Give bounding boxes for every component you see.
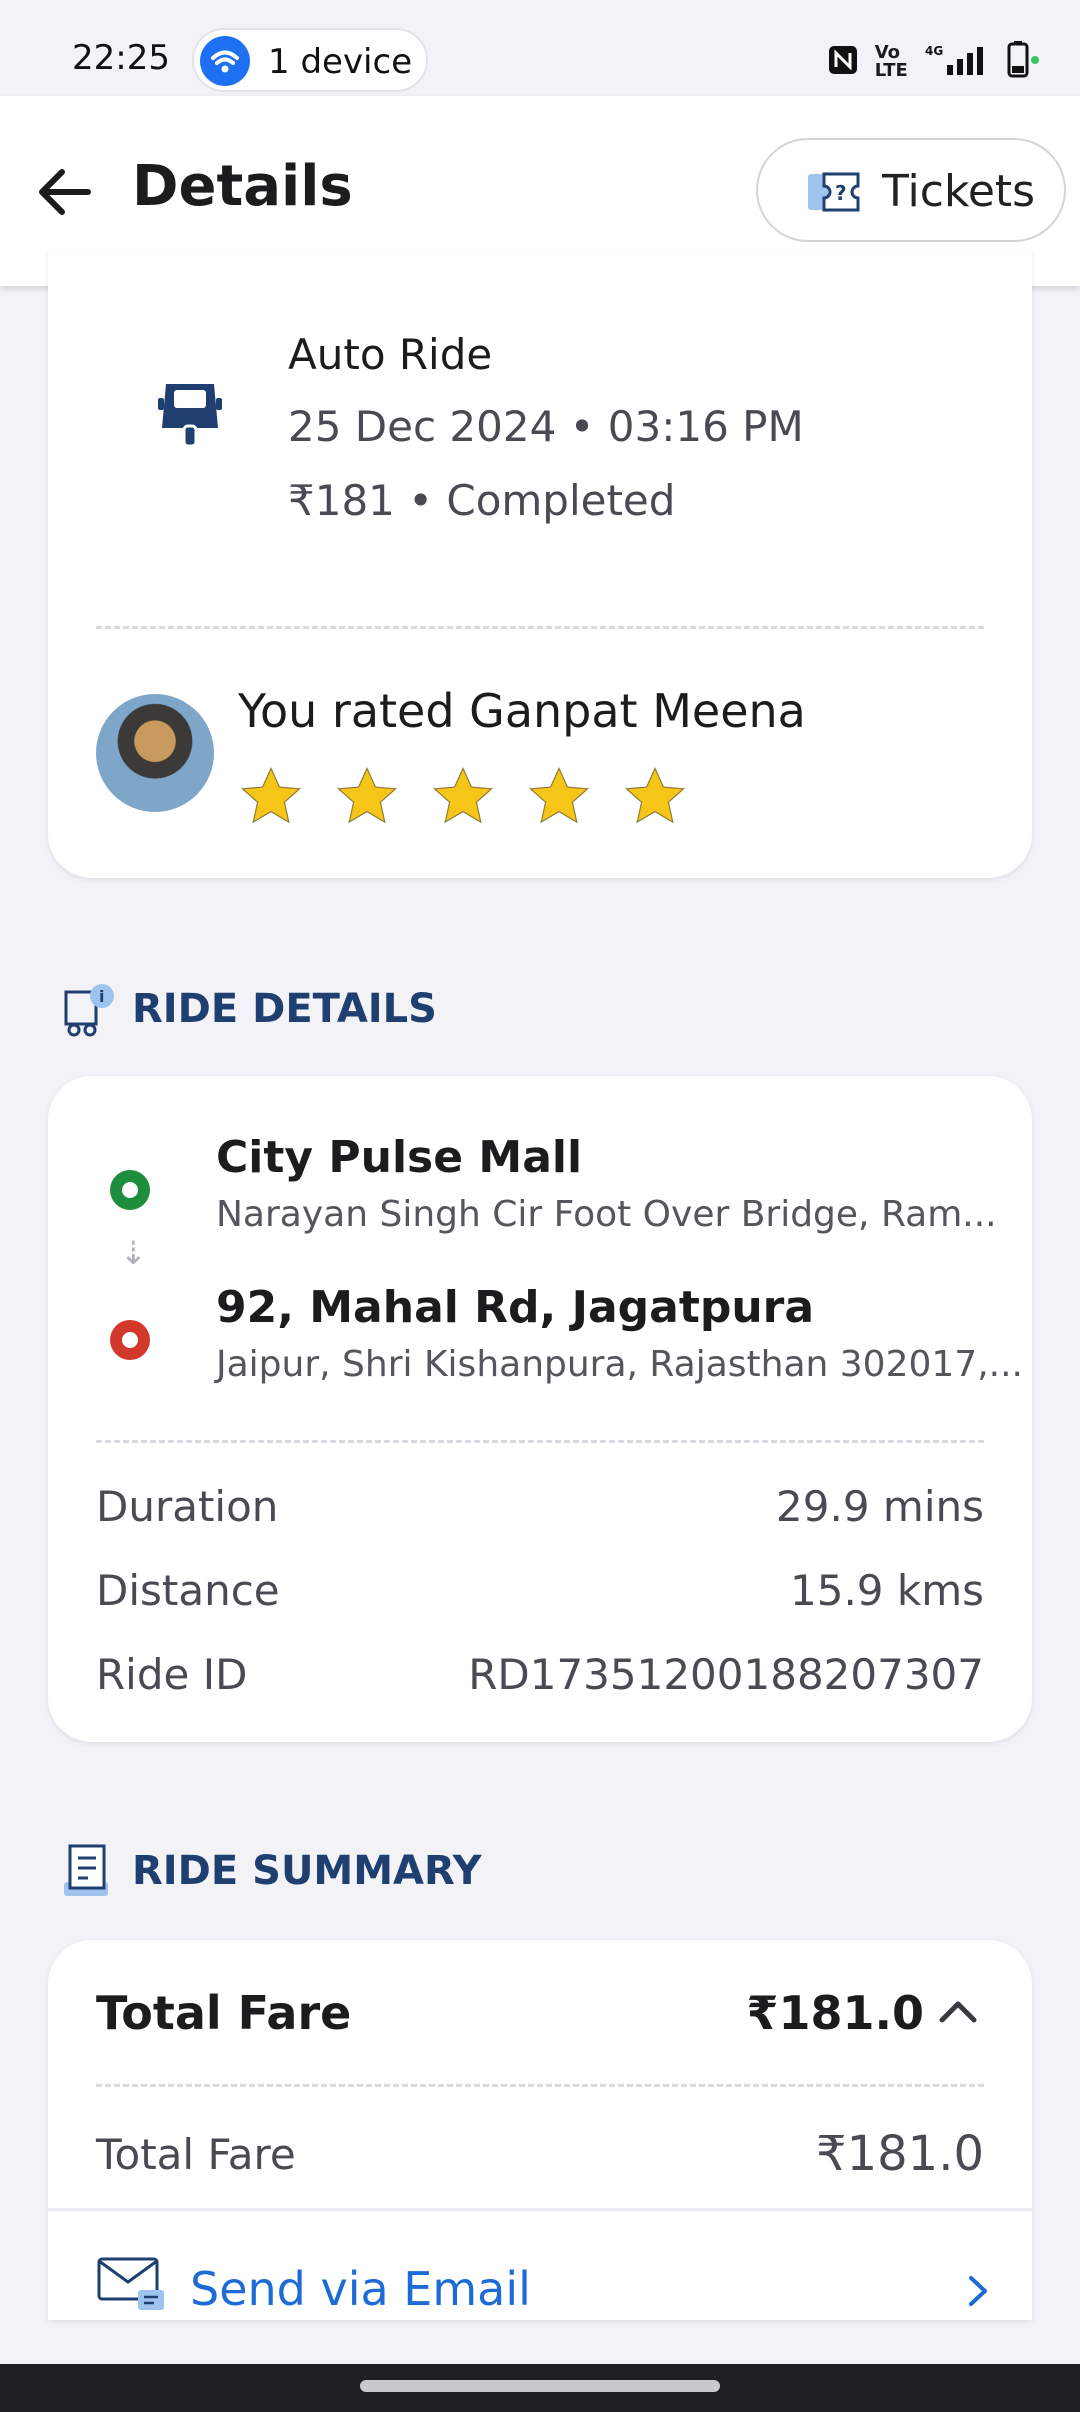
star-icon	[332, 762, 402, 832]
fare-summary-card: Total Fare ₹181.0 Total Fare ₹181.0 Send…	[48, 1940, 1032, 2320]
back-button[interactable]	[30, 160, 102, 224]
receipt-icon	[60, 1842, 112, 1910]
star-icon	[620, 762, 690, 832]
pickup-name: City Pulse Mall	[216, 1132, 583, 1183]
star-icon	[524, 762, 594, 832]
page-title: Details	[132, 154, 353, 219]
pickup-address: Narayan Singh Cir Foot Over Bridge, Ram.…	[216, 1194, 997, 1235]
svg-text:?: ?	[835, 181, 847, 205]
dashed-divider	[96, 1440, 984, 1443]
status-bar: 22:25 1 device Vo LTE 4G	[0, 0, 1080, 96]
home-gesture-handle[interactable]	[360, 2380, 720, 2392]
svg-text:i: i	[99, 987, 104, 1006]
driver-avatar	[96, 694, 214, 812]
arrow-down-icon: ⇣	[120, 1234, 147, 1272]
duration-value: 29.9 mins	[776, 1482, 984, 1531]
total-fare-title: Total Fare	[96, 1986, 352, 2040]
device-count-label: 1 device	[268, 42, 413, 82]
fare-line-label: Total Fare	[96, 2130, 296, 2179]
chevron-right-icon	[966, 2274, 990, 2312]
rating-stars	[236, 762, 716, 836]
distance-value: 15.9 kms	[790, 1566, 984, 1615]
ride-details-title: RIDE DETAILS	[132, 986, 437, 1032]
ride-fare-status: ₹181 • Completed	[288, 476, 676, 525]
total-fare-amount: ₹181.0	[746, 1986, 924, 2040]
ride-id-value: RD17351200188207307	[468, 1650, 984, 1699]
drop-pin-icon	[110, 1320, 150, 1360]
svg-text:4G: 4G	[925, 44, 943, 58]
battery-icon	[1000, 40, 1040, 84]
status-time: 22:25	[72, 38, 170, 78]
driver-rating-text: You rated Ganpat Meena	[238, 684, 806, 738]
email-icon	[96, 2256, 166, 2316]
star-icon	[428, 762, 498, 832]
fare-line-value: ₹181.0	[816, 2126, 984, 2182]
arrow-left-icon	[39, 169, 91, 215]
wifi-icon	[200, 36, 250, 86]
drop-name: 92, Mahal Rd, Jagatpura	[216, 1282, 815, 1333]
volte-icon: Vo LTE	[874, 42, 908, 81]
auto-rickshaw-icon	[156, 378, 224, 454]
ride-id-label: Ride ID	[96, 1650, 248, 1699]
ride-datetime: 25 Dec 2024 • 03:16 PM	[288, 402, 804, 451]
tickets-button[interactable]: ? Tickets	[756, 138, 1066, 242]
ride-type: Auto Ride	[288, 330, 493, 379]
pickup-pin-icon	[110, 1170, 150, 1210]
ride-info-icon: i	[60, 980, 118, 1048]
nfc-icon	[826, 43, 860, 81]
drop-address: Jaipur, Shri Kishanpura, Rajasthan 30201…	[216, 1344, 1023, 1385]
dashed-divider	[96, 2084, 984, 2087]
tickets-label: Tickets	[882, 166, 1036, 217]
device-connection-pill[interactable]: 1 device	[192, 28, 428, 92]
distance-label: Distance	[96, 1566, 280, 1615]
send-via-email-label: Send via Email	[190, 2262, 531, 2316]
divider	[48, 2208, 1032, 2211]
ride-summary-title: RIDE SUMMARY	[132, 1848, 482, 1894]
ticket-icon: ?	[806, 170, 862, 218]
ride-details-card: ⇣ City Pulse Mall Narayan Singh Cir Foot…	[48, 1076, 1032, 1742]
star-icon	[236, 762, 306, 832]
dashed-divider	[96, 626, 984, 629]
ride-summary-card: Auto Ride 25 Dec 2024 • 03:16 PM ₹181 • …	[48, 250, 1032, 878]
chevron-up-icon[interactable]	[938, 1998, 978, 2028]
duration-label: Duration	[96, 1482, 279, 1531]
status-icons: Vo LTE 4G	[826, 40, 1040, 80]
signal-4g-icon: 4G	[923, 43, 987, 81]
system-nav-bar	[0, 2364, 1080, 2412]
